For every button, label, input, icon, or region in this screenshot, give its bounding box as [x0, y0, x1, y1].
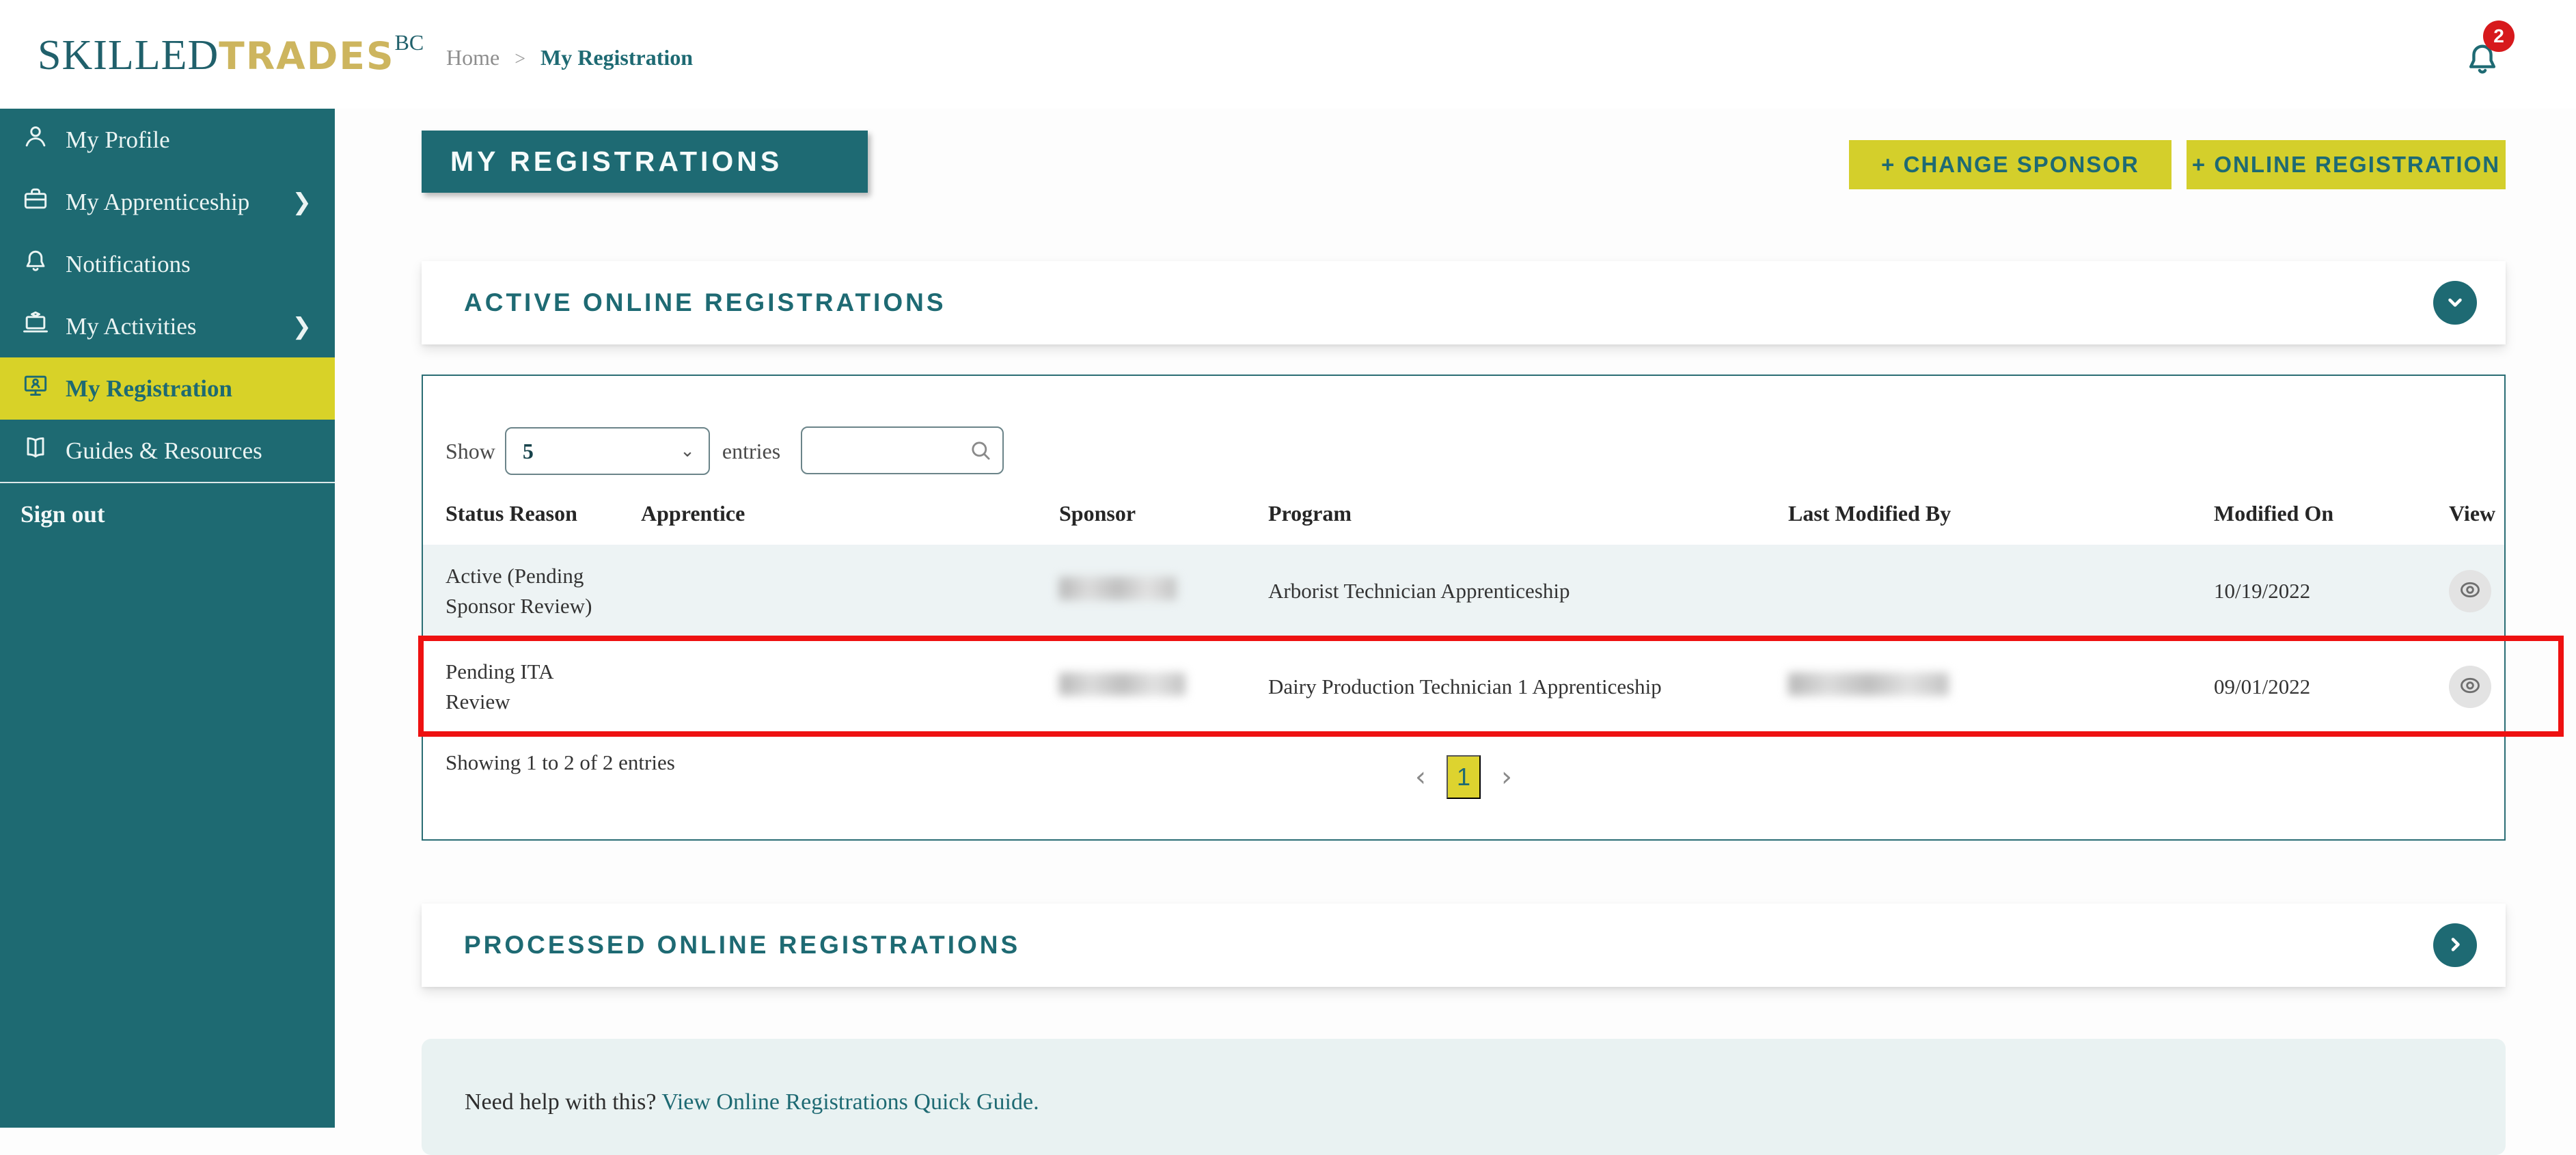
- page-title-banner: MY REGISTRATIONS: [422, 131, 868, 193]
- redacted-sponsor-value: [1059, 672, 1186, 696]
- skilledtradesbc-logo[interactable]: SKILLEDTRADESBC: [38, 30, 424, 80]
- sidebar-item-my-activities[interactable]: My Activities ❯: [0, 295, 335, 357]
- cell-modified-on: 10/19/2022: [2214, 578, 2311, 603]
- pagination: ‹ 1 ›: [423, 753, 2504, 801]
- person-icon: [20, 122, 51, 158]
- sidebar-item-label: My Profile: [66, 126, 170, 153]
- breadcrumb-home-link[interactable]: Home: [446, 45, 499, 70]
- column-header-modified-on[interactable]: Modified On: [2214, 501, 2449, 526]
- sidebar-item-label: My Registration: [66, 375, 232, 402]
- online-registration-button[interactable]: + ONLINE REGISTRATION: [2187, 140, 2506, 189]
- sidebar-nav: My Profile My Apprenticeship ❯ Notificat…: [0, 109, 335, 1128]
- table-row: Active (Pending Sponsor Review) Arborist…: [423, 545, 2504, 637]
- active-registrations-table: Show 5 ⌄ entries Status Reason Apprentic…: [418, 375, 2564, 841]
- page-size-value: 5: [522, 438, 534, 463]
- cell-modified-on: 09/01/2022: [2214, 674, 2311, 698]
- column-header-apprentice[interactable]: Apprentice: [641, 501, 1059, 526]
- entries-label: entries: [722, 438, 781, 463]
- table-header-row: Status Reason Apprentice Sponsor Program…: [423, 491, 2504, 536]
- change-sponsor-button[interactable]: + CHANGE SPONSOR: [1849, 140, 2171, 189]
- column-header-status-reason[interactable]: Status Reason: [446, 501, 641, 526]
- chevron-right-icon: [2443, 932, 2467, 959]
- sidebar-item-label: Notifications: [66, 250, 191, 277]
- column-header-view[interactable]: View: [2449, 501, 2495, 526]
- bell-icon: [2463, 44, 2502, 83]
- help-panel: Need help with this? View Online Registr…: [422, 1039, 2506, 1155]
- sidebar-item-label: Guides & Resources: [66, 437, 262, 464]
- sidebar-item-guides-resources[interactable]: Guides & Resources: [0, 420, 335, 482]
- bell-icon: [20, 246, 51, 282]
- eye-icon: [2456, 576, 2484, 606]
- page-title: MY REGISTRATIONS: [450, 146, 783, 177]
- cell-status-reason: Active (Pending Sponsor Review): [446, 563, 592, 618]
- column-header-sponsor[interactable]: Sponsor: [1059, 501, 1268, 526]
- cell-status-reason: Pending ITA Review: [446, 659, 553, 714]
- expand-section-button[interactable]: [2433, 923, 2477, 967]
- logo-trades: TRADES: [219, 34, 395, 78]
- sidebar-item-notifications[interactable]: Notifications: [0, 233, 335, 295]
- breadcrumb-current: My Registration: [540, 45, 694, 70]
- table-search: [801, 426, 1004, 474]
- sidebar-item-my-registration[interactable]: My Registration: [0, 357, 335, 420]
- cell-program: Dairy Production Technician 1 Apprentice…: [1268, 674, 1662, 698]
- table-length-control: Show 5 ⌄ entries: [446, 426, 780, 476]
- notification-count-badge: 2: [2483, 21, 2515, 52]
- logo-skilled: SKILLED: [38, 32, 219, 79]
- cell-last-modified-by: [1788, 672, 2214, 701]
- pagination-page-1-button[interactable]: 1: [1447, 755, 1481, 799]
- pagination-prev-button[interactable]: ‹: [1415, 763, 1426, 791]
- redacted-sponsor-value: [1059, 576, 1177, 600]
- cell-sponsor: [1059, 672, 1268, 701]
- cell-sponsor: [1059, 576, 1268, 606]
- redacted-last-modified-by-value: [1788, 672, 1949, 696]
- page-size-select[interactable]: 5 ⌄: [504, 427, 710, 475]
- registration-icon: [20, 370, 51, 407]
- help-text: Need help with this?: [465, 1089, 662, 1115]
- notifications-bell-button[interactable]: 2: [2463, 21, 2531, 100]
- active-section-title: ACTIVE ONLINE REGISTRATIONS: [464, 288, 946, 316]
- chevron-down-icon: ⌄: [680, 441, 695, 461]
- view-row-button[interactable]: [2449, 665, 2491, 708]
- processed-registrations-section-header[interactable]: PROCESSED ONLINE REGISTRATIONS: [422, 903, 2506, 987]
- breadcrumb-separator: >: [515, 49, 525, 70]
- briefcase-icon: [20, 184, 51, 220]
- search-input[interactable]: [813, 431, 963, 470]
- column-header-program[interactable]: Program: [1268, 501, 1788, 526]
- sidebar-item-label: My Activities: [66, 312, 197, 340]
- sign-out-label: Sign out: [20, 500, 105, 528]
- breadcrumb: Home > My Registration: [446, 45, 693, 70]
- table-row-highlighted: Pending ITA Review Dairy Production Tech…: [423, 637, 2504, 736]
- top-bar: SKILLEDTRADESBC Home > My Registration 2: [0, 0, 2576, 109]
- chevron-down-icon: [2443, 290, 2467, 316]
- sidebar-item-my-apprenticeship[interactable]: My Apprenticeship ❯: [0, 171, 335, 233]
- sidebar-item-label: My Apprenticeship: [66, 188, 250, 215]
- column-header-last-modified-by[interactable]: Last Modified By: [1788, 501, 2214, 526]
- activities-icon: [20, 308, 51, 344]
- chevron-right-icon: ❯: [292, 188, 312, 216]
- sign-out-button[interactable]: Sign out: [0, 483, 335, 545]
- book-icon: [20, 433, 51, 469]
- pagination-next-button[interactable]: ›: [1501, 763, 1512, 791]
- show-label: Show: [446, 438, 495, 463]
- view-row-button[interactable]: [2449, 569, 2491, 612]
- sidebar-item-my-profile[interactable]: My Profile: [0, 109, 335, 171]
- processed-section-title: PROCESSED ONLINE REGISTRATIONS: [464, 931, 1021, 959]
- logo-bc-suffix: BC: [394, 30, 424, 55]
- active-registrations-section-header[interactable]: ACTIVE ONLINE REGISTRATIONS: [422, 261, 2506, 344]
- cell-program: Arborist Technician Apprenticeship: [1268, 578, 1570, 603]
- eye-icon: [2456, 672, 2484, 701]
- quick-guide-link[interactable]: View Online Registrations Quick Guide.: [661, 1089, 1039, 1115]
- collapse-section-button[interactable]: [2433, 281, 2477, 325]
- chevron-right-icon: ❯: [292, 312, 312, 340]
